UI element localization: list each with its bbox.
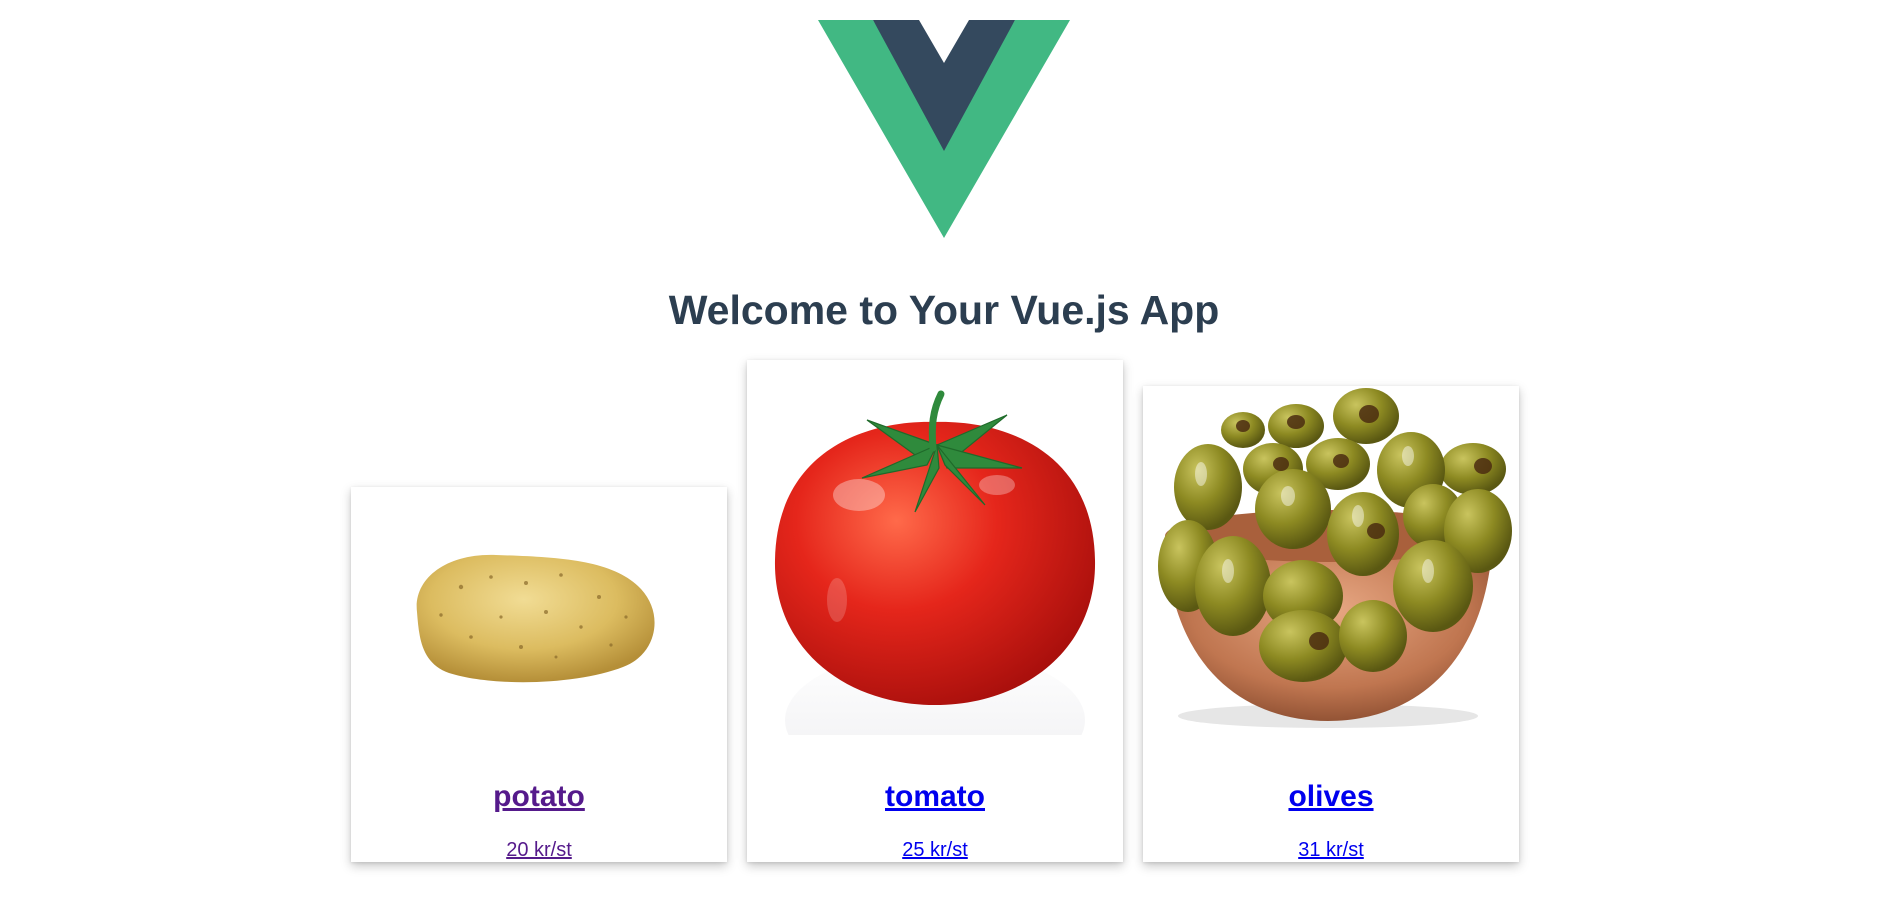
product-price-link[interactable]: 31 kr/st: [1143, 838, 1519, 862]
vue-logo-icon: [818, 20, 1070, 238]
product-price-link[interactable]: 20 kr/st: [351, 838, 727, 862]
product-name-link[interactable]: olives: [1143, 779, 1519, 815]
page-title: Welcome to Your Vue.js App: [668, 287, 1220, 333]
tomato-image: [747, 360, 1123, 735]
product-card-olives[interactable]: olives 31 kr/st: [1143, 386, 1519, 862]
product-name-link[interactable]: potato: [351, 779, 727, 815]
product-card-potato[interactable]: potato 20 kr/st: [351, 487, 727, 862]
potato-image: [416, 554, 655, 683]
olives-image: [1158, 388, 1512, 728]
product-card-tomato[interactable]: tomato 25 kr/st: [747, 360, 1123, 862]
product-price-link[interactable]: 25 kr/st: [747, 838, 1123, 862]
product-name-link[interactable]: tomato: [747, 779, 1123, 815]
